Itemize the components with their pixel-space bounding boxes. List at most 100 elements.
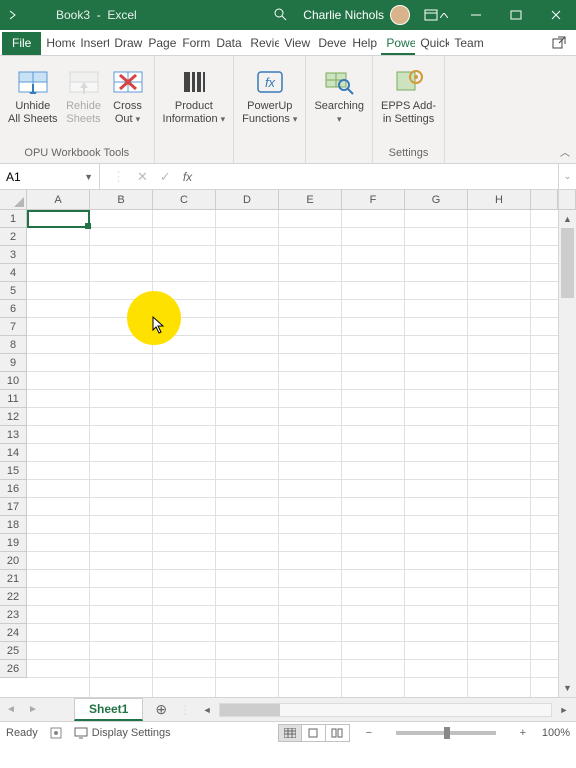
scroll-thumb[interactable] [561, 228, 574, 298]
searching-button[interactable]: Searching▾ [310, 60, 368, 130]
row-header-26[interactable]: 26 [0, 660, 27, 678]
cross-out-button[interactable]: Cross Out ▾ [106, 60, 150, 130]
cells-area[interactable] [27, 210, 558, 697]
page-break-view-button[interactable] [326, 724, 350, 742]
row-header-22[interactable]: 22 [0, 588, 27, 606]
row-header-18[interactable]: 18 [0, 516, 27, 534]
row-header-5[interactable]: 5 [0, 282, 27, 300]
row-header-14[interactable]: 14 [0, 444, 27, 462]
tab-quick[interactable]: Quick [415, 32, 449, 55]
add-sheet-button[interactable]: ⊕ [143, 701, 179, 718]
tab-insert[interactable]: Insert [75, 32, 109, 55]
row-header-12[interactable]: 12 [0, 408, 27, 426]
zoom-out-button[interactable]: − [362, 727, 376, 739]
scroll-right-icon[interactable]: ► [556, 702, 572, 718]
row-header-11[interactable]: 11 [0, 390, 27, 408]
tab-view[interactable]: View [279, 32, 313, 55]
page-layout-view-button[interactable] [302, 724, 326, 742]
formula-input[interactable] [204, 164, 558, 189]
tab-data[interactable]: Data [211, 32, 245, 55]
ribbon-display-options-button[interactable] [416, 0, 456, 30]
tab-file[interactable]: File [2, 32, 41, 55]
search-icon[interactable] [263, 7, 297, 24]
sheet-tab-bar: ◄ ► Sheet1 ⊕ ⋮ ◄ ► [0, 697, 576, 721]
tab-draw[interactable]: Draw [109, 32, 143, 55]
row-header-17[interactable]: 17 [0, 498, 27, 516]
column-header-E[interactable]: E [279, 190, 342, 209]
sheet-tab-sheet1[interactable]: Sheet1 [74, 698, 143, 721]
chevron-right-icon[interactable] [8, 10, 18, 20]
name-box[interactable]: A1 ▼ [0, 164, 100, 189]
row-header-13[interactable]: 13 [0, 426, 27, 444]
chevron-down-icon[interactable]: ▼ [84, 172, 93, 182]
collapse-ribbon-icon[interactable]: ︿ [560, 144, 570, 159]
normal-view-button[interactable] [278, 724, 302, 742]
group-powerup-functions: fx PowerUp Functions ▾ [234, 56, 306, 163]
horizontal-scrollbar[interactable]: ⋮ ◄ ► [179, 702, 576, 718]
tab-home[interactable]: Home [41, 32, 75, 55]
tab-review[interactable]: Review [245, 32, 279, 55]
enter-formula-icon[interactable]: ✓ [160, 169, 171, 185]
tab-page[interactable]: Page [143, 32, 177, 55]
fx-icon[interactable]: fx [183, 170, 192, 184]
user-account[interactable]: Charlie Nichols [297, 5, 416, 25]
cancel-formula-icon[interactable]: ✕ [137, 169, 148, 185]
zoom-in-button[interactable]: + [516, 727, 530, 739]
zoom-slider[interactable] [396, 731, 496, 735]
window-title: Book3 - Excel [26, 8, 263, 22]
sheet-nav-next[interactable]: ► [22, 704, 44, 715]
row-header-25[interactable]: 25 [0, 642, 27, 660]
hscroll-thumb[interactable] [220, 704, 280, 716]
close-button[interactable] [536, 0, 576, 30]
powerup-functions-button[interactable]: fx PowerUp Functions ▾ [238, 60, 301, 130]
tab-formulas[interactable]: Form [177, 32, 211, 55]
tab-developer[interactable]: Developer [313, 32, 347, 55]
macro-record-icon[interactable] [50, 727, 62, 739]
column-header-A[interactable]: A [27, 190, 90, 209]
scroll-up-icon[interactable]: ▲ [559, 210, 576, 228]
zoom-level[interactable]: 100% [542, 727, 570, 739]
scroll-down-icon[interactable]: ▼ [559, 679, 576, 697]
column-header-G[interactable]: G [405, 190, 468, 209]
column-header-H[interactable]: H [468, 190, 531, 209]
row-header-19[interactable]: 19 [0, 534, 27, 552]
row-header-8[interactable]: 8 [0, 336, 27, 354]
scroll-left-icon[interactable]: ◄ [199, 702, 215, 718]
rehide-label: Rehide Sheets [66, 100, 101, 126]
row-header-7[interactable]: 7 [0, 318, 27, 336]
sheet-nav-prev[interactable]: ◄ [0, 704, 22, 715]
row-header-16[interactable]: 16 [0, 480, 27, 498]
share-button[interactable] [542, 36, 576, 55]
epps-addin-settings-button[interactable]: EPPS Add- in Settings [377, 60, 440, 130]
minimize-button[interactable] [456, 0, 496, 30]
row-header-20[interactable]: 20 [0, 552, 27, 570]
tab-help[interactable]: Help [347, 32, 381, 55]
select-all-button[interactable] [0, 190, 27, 209]
row-header-1[interactable]: 1 [0, 210, 27, 228]
row-header-6[interactable]: 6 [0, 300, 27, 318]
unhide-all-sheets-button[interactable]: Unhide All Sheets [4, 60, 62, 130]
column-header-F[interactable]: F [342, 190, 405, 209]
searching-label: Searching [314, 100, 364, 112]
column-header-B[interactable]: B [90, 190, 153, 209]
tab-powerup[interactable]: PowerUp [381, 32, 415, 55]
display-settings-button[interactable]: Display Settings [92, 727, 171, 739]
tab-team[interactable]: Team [449, 32, 483, 55]
row-header-3[interactable]: 3 [0, 246, 27, 264]
row-header-24[interactable]: 24 [0, 624, 27, 642]
row-header-4[interactable]: 4 [0, 264, 27, 282]
display-settings-icon[interactable] [74, 727, 88, 739]
row-header-15[interactable]: 15 [0, 462, 27, 480]
dropdown-icon: ▾ [293, 114, 298, 124]
column-header-D[interactable]: D [216, 190, 279, 209]
vertical-scrollbar[interactable]: ▲ ▼ [558, 210, 576, 697]
row-header-2[interactable]: 2 [0, 228, 27, 246]
row-header-10[interactable]: 10 [0, 372, 27, 390]
row-header-9[interactable]: 9 [0, 354, 27, 372]
product-information-button[interactable]: Product Information ▾ [159, 60, 230, 130]
row-header-23[interactable]: 23 [0, 606, 27, 624]
column-header-C[interactable]: C [153, 190, 216, 209]
maximize-button[interactable] [496, 0, 536, 30]
row-header-21[interactable]: 21 [0, 570, 27, 588]
expand-formula-bar-icon[interactable]: ⌄ [558, 164, 576, 189]
